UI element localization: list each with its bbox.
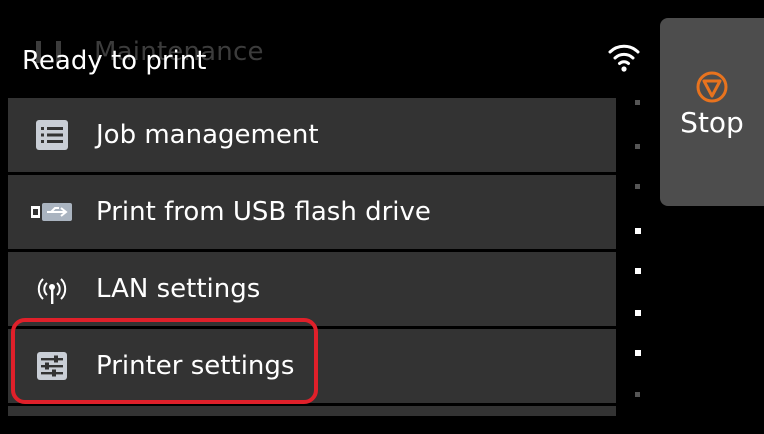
- list-icon: [28, 115, 76, 155]
- menu-item-lan-settings[interactable]: LAN settings: [8, 252, 616, 326]
- stop-label: Stop: [680, 106, 744, 139]
- usb-icon: [28, 192, 76, 232]
- status-text: Ready to print: [22, 46, 207, 76]
- menu-item-print-from-usb[interactable]: Print from USB flash drive: [8, 175, 616, 249]
- printer-panel-screen: Maintenance Ready to print Job managemen…: [0, 0, 764, 434]
- next-menu-item-partial[interactable]: [8, 406, 616, 416]
- highlight-frame: [11, 318, 318, 404]
- antenna-icon: [28, 269, 76, 309]
- wifi-icon: [608, 44, 640, 72]
- stop-icon: [696, 71, 728, 103]
- menu-item-label: Job management: [96, 120, 319, 150]
- stop-button[interactable]: Stop: [660, 18, 764, 206]
- menu-item-job-management[interactable]: Job management: [8, 98, 616, 172]
- header: Maintenance Ready to print: [0, 0, 650, 96]
- menu-item-label: LAN settings: [96, 274, 261, 304]
- scroll-indicator: [633, 100, 643, 420]
- menu-item-label: Print from USB flash drive: [96, 197, 431, 227]
